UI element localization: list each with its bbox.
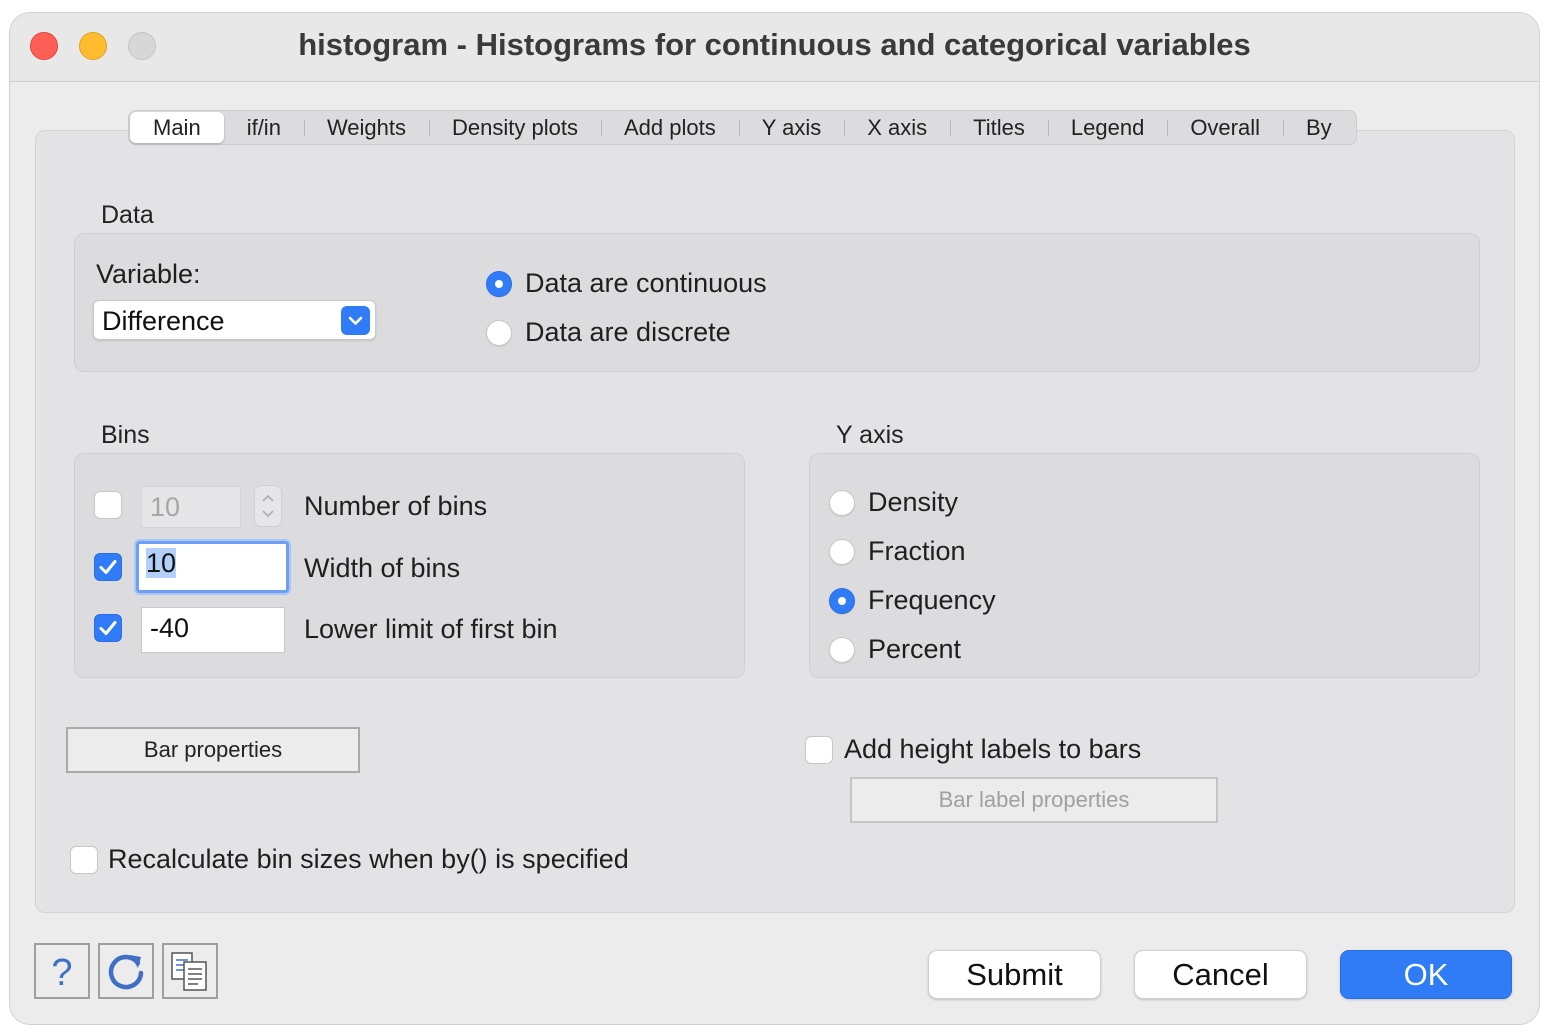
svg-text:?: ? bbox=[51, 952, 72, 994]
yaxis-percent-label: Percent bbox=[868, 634, 962, 664]
variable-select[interactable]: Difference bbox=[93, 300, 376, 340]
recalculate-checkbox[interactable] bbox=[70, 846, 98, 874]
variable-label: Variable: bbox=[96, 259, 201, 289]
tab-by[interactable]: By bbox=[1283, 112, 1355, 143]
bins-group-title: Bins bbox=[101, 421, 150, 449]
checkmark-icon bbox=[99, 621, 117, 635]
bar-label-properties-button: Bar label properties bbox=[850, 777, 1218, 823]
number-of-bins-input: 10 bbox=[141, 486, 241, 528]
width-of-bins-value: 10 bbox=[146, 548, 177, 578]
chevron-down-icon bbox=[341, 306, 370, 335]
height-labels-label: Add height labels to bars bbox=[844, 734, 1142, 764]
number-of-bins-label: Number of bins bbox=[304, 491, 488, 521]
question-mark-icon: ? bbox=[51, 952, 72, 994]
ok-button[interactable]: OK bbox=[1340, 950, 1512, 999]
tab-titles[interactable]: Titles bbox=[950, 112, 1048, 143]
refresh-icon bbox=[108, 954, 144, 990]
lower-limit-input[interactable]: -40 bbox=[141, 607, 285, 653]
help-button[interactable]: ? bbox=[34, 943, 90, 999]
tab-density-plots[interactable]: Density plots bbox=[429, 112, 601, 143]
variable-select-value: Difference bbox=[102, 306, 225, 336]
bar-properties-button[interactable]: Bar properties bbox=[66, 727, 360, 773]
submit-button[interactable]: Submit bbox=[928, 950, 1101, 999]
tab-legend[interactable]: Legend bbox=[1047, 112, 1167, 143]
discrete-radio[interactable] bbox=[486, 320, 512, 346]
reset-button[interactable] bbox=[98, 943, 154, 999]
tab-bar: Main if/in Weights Density plots Add plots Y … bbox=[128, 110, 1357, 145]
height-labels-checkbox[interactable] bbox=[805, 736, 833, 764]
yaxis-frequency-radio[interactable] bbox=[829, 588, 855, 614]
lower-limit-checkbox[interactable] bbox=[94, 614, 122, 642]
tab-overall[interactable]: Overall bbox=[1167, 112, 1283, 143]
yaxis-fraction-radio[interactable] bbox=[829, 539, 855, 565]
data-group-title: Data bbox=[101, 201, 154, 229]
width-of-bins-checkbox[interactable] bbox=[94, 553, 122, 581]
yaxis-group-title: Y axis bbox=[836, 421, 904, 449]
number-of-bins-checkbox[interactable] bbox=[94, 491, 122, 519]
yaxis-density-radio[interactable] bbox=[829, 490, 855, 516]
number-of-bins-stepper bbox=[254, 485, 282, 527]
copy-command-icon bbox=[171, 952, 207, 991]
dialog-window: histogram - Histograms for continuous an… bbox=[10, 13, 1539, 1024]
discrete-label: Data are discrete bbox=[525, 317, 731, 347]
cancel-button[interactable]: Cancel bbox=[1134, 950, 1307, 999]
window-title: histogram - Histograms for continuous an… bbox=[298, 27, 1251, 62]
tab-add-plots[interactable]: Add plots bbox=[600, 112, 739, 143]
tab-main[interactable]: Main bbox=[130, 112, 224, 143]
tab-x-axis[interactable]: X axis bbox=[844, 112, 950, 143]
checkmark-icon bbox=[99, 560, 117, 574]
stepper-arrows-icon bbox=[262, 494, 274, 518]
width-of-bins-input[interactable]: 10 bbox=[136, 541, 289, 593]
yaxis-density-label: Density bbox=[868, 487, 959, 517]
copy-command-button[interactable] bbox=[162, 943, 218, 999]
yaxis-fraction-label: Fraction bbox=[868, 536, 966, 566]
title-bar: histogram - Histograms for continuous an… bbox=[10, 13, 1539, 82]
lower-limit-label: Lower limit of first bin bbox=[304, 614, 558, 644]
width-of-bins-label: Width of bins bbox=[304, 553, 461, 583]
tab-if-in[interactable]: if/in bbox=[224, 112, 304, 143]
yaxis-percent-radio[interactable] bbox=[829, 637, 855, 663]
tab-weights[interactable]: Weights bbox=[303, 112, 429, 143]
yaxis-frequency-label: Frequency bbox=[868, 585, 996, 615]
recalculate-label: Recalculate bin sizes when by() is speci… bbox=[108, 844, 629, 874]
tab-y-axis[interactable]: Y axis bbox=[738, 112, 845, 143]
continuous-radio[interactable] bbox=[486, 271, 512, 297]
continuous-label: Data are continuous bbox=[525, 268, 767, 298]
